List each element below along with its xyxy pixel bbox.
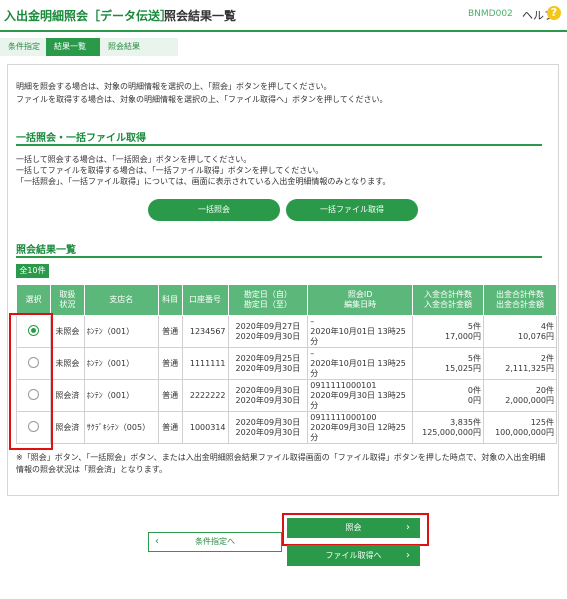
- table-row[interactable]: 照会済 ｻｸﾗﾞｷｼﾃﾝ（005） 普通 1000314 2020年09月30日…: [16, 411, 557, 444]
- header-status: 取扱 状況: [49, 284, 85, 316]
- intro-line: ファイルを取得する場合は、対象の明細情報を選択の上、「ファイル取得へ」ボタンを押…: [16, 95, 388, 104]
- intro-line: 明細を照会する場合は、対象の明細情報を選択の上、「照会」ボタンを押してください。: [16, 82, 332, 91]
- subject-cell: 普通: [157, 347, 183, 380]
- bulk-section-title: 一括照会・一括ファイル取得: [16, 133, 146, 144]
- inquiry-cell: –2020年10月01日 13時25分: [307, 315, 414, 348]
- bulk-description: 一括して照会する場合は、「一括照会」ボタンを押してください。 一括してファイルを…: [16, 154, 390, 187]
- header-account: 口座番号: [181, 284, 229, 316]
- inquiry-cell: –2020年10月01日 13時25分: [307, 347, 414, 380]
- chevron-right-icon: ›: [406, 550, 410, 561]
- header-inquiry: 照会ID 編集日時: [307, 284, 414, 316]
- results-section-title: 照会結果一覧: [16, 245, 76, 256]
- branch-cell: ｻｸﾗﾞｷｼﾃﾝ（005）: [83, 411, 159, 444]
- results-table: 選択 取扱 状況 支店名 科目 口座番号 勘定日（自） 勘定日（至） 照会ID 編集日…: [16, 284, 557, 444]
- header-branch: 支店名: [83, 284, 159, 316]
- table-header-row: 選択 取扱 状況 支店名 科目 口座番号 勘定日（自） 勘定日（至） 照会ID 編集日…: [16, 284, 557, 316]
- inquiry-cell: 0911111000101 2020年09月30日 13時25分: [307, 379, 414, 412]
- chevron-left-icon: ‹: [155, 536, 159, 547]
- page-header: 入出金明細照会［データ伝送］ 照会結果一覧 BNMD002 ヘルプ ?: [0, 0, 567, 32]
- period-cell: 2020年09月30日 2020年09月30日: [227, 411, 309, 444]
- status-cell: 照会済: [49, 411, 85, 444]
- subject-cell: 普通: [157, 379, 183, 412]
- status-cell: 未照会: [49, 315, 85, 348]
- table-row[interactable]: 未照会 ﾎﾝﾃﾝ（001） 普通 1111111 2020年09月25日 2020…: [16, 347, 557, 380]
- bulk-query-button[interactable]: 一括照会: [148, 199, 280, 221]
- table-row[interactable]: 照会済 ﾎﾝﾃﾝ（001） 普通 2222222 2020年09月30日 2020…: [16, 379, 557, 412]
- step-results-list: 結果一覧: [46, 38, 108, 56]
- note-line: 情報の照会状況は「照会済」となります。: [16, 465, 167, 474]
- file-acquire-button[interactable]: ファイル取得へ ›: [287, 545, 420, 566]
- step-query-result: 照会結果: [100, 38, 178, 56]
- deposit-cell: 3,835件 125,000,000円: [412, 411, 485, 444]
- bulk-file-button[interactable]: 一括ファイル取得: [286, 199, 418, 221]
- query-highlight-frame: [282, 513, 429, 546]
- subject-cell: 普通: [157, 411, 183, 444]
- help-icon[interactable]: ?: [547, 6, 561, 20]
- screen-id: BNMD002: [468, 9, 513, 19]
- account-cell: 1111111: [181, 347, 229, 380]
- status-cell: 未照会: [49, 347, 85, 380]
- account-cell: 1000314: [181, 411, 229, 444]
- section-divider: [16, 256, 542, 258]
- header-period: 勘定日（自） 勘定日（至）: [227, 284, 309, 316]
- back-to-condition-button[interactable]: ‹ 条件指定へ: [148, 532, 282, 552]
- note-line: ※「照会」ボタン、「一括照会」ボタン、または入出金明細照会結果ファイル取得画面の…: [16, 453, 546, 462]
- subject-cell: 普通: [157, 315, 183, 348]
- deposit-cell: 5件 15,025円: [412, 347, 485, 380]
- withdrawal-cell: 2件 2,111,325円: [483, 347, 557, 380]
- bulk-line: 「一括照会」、「一括ファイル取得」については、画面に表示されている入出金明細情報…: [16, 177, 391, 186]
- header-deposit: 入金合計件数 入金合計金額: [412, 284, 485, 316]
- note-text: ※「照会」ボタン、「一括照会」ボタン、または入出金明細照会結果ファイル取得画面の…: [16, 452, 546, 476]
- bulk-line: 一括して照会する場合は、「一括照会」ボタンを押してください。: [16, 155, 252, 164]
- account-cell: 1234567: [181, 315, 229, 348]
- header-withdrawal: 出金合計件数 出金合計金額: [483, 284, 557, 316]
- bulk-line: 一括してファイルを取得する場合は、「一括ファイル取得」ボタンを押してください。: [16, 166, 324, 175]
- header-subject: 科目: [157, 284, 183, 316]
- account-cell: 2222222: [181, 379, 229, 412]
- header-select: 選択: [16, 284, 51, 316]
- branch-cell: ﾎﾝﾃﾝ（001）: [83, 347, 159, 380]
- count-badge: 全10件: [16, 264, 49, 278]
- withdrawal-cell: 125件 100,000,000円: [483, 411, 557, 444]
- period-cell: 2020年09月30日 2020年09月30日: [227, 379, 309, 412]
- inquiry-cell: 0911111000100 2020年09月30日 12時25分: [307, 411, 414, 444]
- deposit-cell: 0件 0円: [412, 379, 485, 412]
- file-button-label: ファイル取得へ: [325, 551, 382, 560]
- branch-cell: ﾎﾝﾃﾝ（001）: [83, 379, 159, 412]
- back-button-label: 条件指定へ: [195, 537, 235, 546]
- branch-cell: ﾎﾝﾃﾝ（001）: [83, 315, 159, 348]
- step-indicator: 条件指定 結果一覧 照会結果: [0, 38, 567, 56]
- deposit-cell: 5件 17,000円: [412, 315, 485, 348]
- app-title: 入出金明細照会［データ伝送］: [4, 9, 173, 23]
- withdrawal-cell: 4件 10,076円: [483, 315, 557, 348]
- withdrawal-cell: 20件 2,000,000円: [483, 379, 557, 412]
- table-row[interactable]: 未照会 ﾎﾝﾃﾝ（001） 普通 1234567 2020年09月27日 2020…: [16, 315, 557, 348]
- radio-highlight-frame: [9, 313, 53, 450]
- period-cell: 2020年09月27日 2020年09月30日: [227, 315, 309, 348]
- page-title: 照会結果一覧: [164, 9, 237, 23]
- section-divider: [16, 144, 542, 146]
- intro-text: 明細を照会する場合は、対象の明細情報を選択の上、「照会」ボタンを押してください。…: [16, 80, 388, 106]
- period-cell: 2020年09月25日 2020年09月30日: [227, 347, 309, 380]
- step-arrow: [170, 38, 176, 56]
- status-cell: 照会済: [49, 379, 85, 412]
